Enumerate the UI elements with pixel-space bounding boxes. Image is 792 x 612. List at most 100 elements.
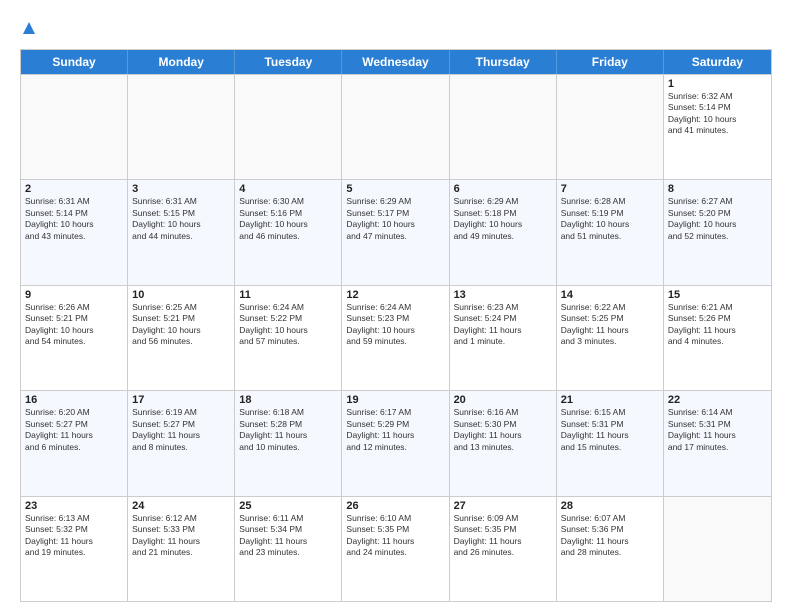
cal-cell-4-6 <box>664 497 771 601</box>
day-info: Sunrise: 6:29 AM Sunset: 5:17 PM Dayligh… <box>346 196 444 242</box>
day-number: 19 <box>346 394 444 406</box>
header-day-tuesday: Tuesday <box>235 50 342 74</box>
day-number: 12 <box>346 289 444 301</box>
cal-cell-2-1: 10Sunrise: 6:25 AM Sunset: 5:21 PM Dayli… <box>128 286 235 390</box>
calendar-row-4: 23Sunrise: 6:13 AM Sunset: 5:32 PM Dayli… <box>21 496 771 601</box>
cal-cell-4-3: 26Sunrise: 6:10 AM Sunset: 5:35 PM Dayli… <box>342 497 449 601</box>
day-number: 6 <box>454 183 552 195</box>
cal-cell-2-3: 12Sunrise: 6:24 AM Sunset: 5:23 PM Dayli… <box>342 286 449 390</box>
day-number: 20 <box>454 394 552 406</box>
day-number: 22 <box>668 394 767 406</box>
day-number: 23 <box>25 500 123 512</box>
day-info: Sunrise: 6:20 AM Sunset: 5:27 PM Dayligh… <box>25 407 123 453</box>
day-number: 13 <box>454 289 552 301</box>
day-number: 3 <box>132 183 230 195</box>
cal-cell-4-5: 28Sunrise: 6:07 AM Sunset: 5:36 PM Dayli… <box>557 497 664 601</box>
cal-cell-1-2: 4Sunrise: 6:30 AM Sunset: 5:16 PM Daylig… <box>235 180 342 284</box>
day-info: Sunrise: 6:25 AM Sunset: 5:21 PM Dayligh… <box>132 302 230 348</box>
day-number: 17 <box>132 394 230 406</box>
cal-cell-0-5 <box>557 75 664 179</box>
cal-cell-3-6: 22Sunrise: 6:14 AM Sunset: 5:31 PM Dayli… <box>664 391 771 495</box>
day-number: 8 <box>668 183 767 195</box>
day-info: Sunrise: 6:23 AM Sunset: 5:24 PM Dayligh… <box>454 302 552 348</box>
day-number: 25 <box>239 500 337 512</box>
cal-cell-1-4: 6Sunrise: 6:29 AM Sunset: 5:18 PM Daylig… <box>450 180 557 284</box>
header-day-wednesday: Wednesday <box>342 50 449 74</box>
cal-cell-3-4: 20Sunrise: 6:16 AM Sunset: 5:30 PM Dayli… <box>450 391 557 495</box>
calendar-row-2: 9Sunrise: 6:26 AM Sunset: 5:21 PM Daylig… <box>21 285 771 390</box>
cal-cell-1-6: 8Sunrise: 6:27 AM Sunset: 5:20 PM Daylig… <box>664 180 771 284</box>
day-info: Sunrise: 6:26 AM Sunset: 5:21 PM Dayligh… <box>25 302 123 348</box>
day-info: Sunrise: 6:09 AM Sunset: 5:35 PM Dayligh… <box>454 513 552 559</box>
cal-cell-0-4 <box>450 75 557 179</box>
day-number: 27 <box>454 500 552 512</box>
logo-icon <box>21 20 37 36</box>
day-number: 15 <box>668 289 767 301</box>
cal-cell-1-0: 2Sunrise: 6:31 AM Sunset: 5:14 PM Daylig… <box>21 180 128 284</box>
day-number: 28 <box>561 500 659 512</box>
day-info: Sunrise: 6:16 AM Sunset: 5:30 PM Dayligh… <box>454 407 552 453</box>
day-info: Sunrise: 6:30 AM Sunset: 5:16 PM Dayligh… <box>239 196 337 242</box>
cal-cell-0-1 <box>128 75 235 179</box>
day-number: 14 <box>561 289 659 301</box>
header-day-thursday: Thursday <box>450 50 557 74</box>
day-number: 26 <box>346 500 444 512</box>
day-number: 9 <box>25 289 123 301</box>
day-info: Sunrise: 6:24 AM Sunset: 5:22 PM Dayligh… <box>239 302 337 348</box>
day-info: Sunrise: 6:11 AM Sunset: 5:34 PM Dayligh… <box>239 513 337 559</box>
day-info: Sunrise: 6:21 AM Sunset: 5:26 PM Dayligh… <box>668 302 767 348</box>
day-number: 1 <box>668 78 767 90</box>
day-info: Sunrise: 6:10 AM Sunset: 5:35 PM Dayligh… <box>346 513 444 559</box>
day-number: 7 <box>561 183 659 195</box>
calendar-header: SundayMondayTuesdayWednesdayThursdayFrid… <box>21 50 771 74</box>
cal-cell-2-4: 13Sunrise: 6:23 AM Sunset: 5:24 PM Dayli… <box>450 286 557 390</box>
day-number: 21 <box>561 394 659 406</box>
day-info: Sunrise: 6:28 AM Sunset: 5:19 PM Dayligh… <box>561 196 659 242</box>
day-info: Sunrise: 6:07 AM Sunset: 5:36 PM Dayligh… <box>561 513 659 559</box>
cal-cell-0-0 <box>21 75 128 179</box>
day-info: Sunrise: 6:27 AM Sunset: 5:20 PM Dayligh… <box>668 196 767 242</box>
header-day-monday: Monday <box>128 50 235 74</box>
day-number: 11 <box>239 289 337 301</box>
day-number: 4 <box>239 183 337 195</box>
cal-cell-3-0: 16Sunrise: 6:20 AM Sunset: 5:27 PM Dayli… <box>21 391 128 495</box>
cal-cell-0-6: 1Sunrise: 6:32 AM Sunset: 5:14 PM Daylig… <box>664 75 771 179</box>
cal-cell-0-2 <box>235 75 342 179</box>
day-info: Sunrise: 6:19 AM Sunset: 5:27 PM Dayligh… <box>132 407 230 453</box>
day-info: Sunrise: 6:29 AM Sunset: 5:18 PM Dayligh… <box>454 196 552 242</box>
cal-cell-3-3: 19Sunrise: 6:17 AM Sunset: 5:29 PM Dayli… <box>342 391 449 495</box>
day-info: Sunrise: 6:14 AM Sunset: 5:31 PM Dayligh… <box>668 407 767 453</box>
calendar: SundayMondayTuesdayWednesdayThursdayFrid… <box>20 49 772 602</box>
day-info: Sunrise: 6:17 AM Sunset: 5:29 PM Dayligh… <box>346 407 444 453</box>
day-info: Sunrise: 6:31 AM Sunset: 5:15 PM Dayligh… <box>132 196 230 242</box>
cal-cell-1-5: 7Sunrise: 6:28 AM Sunset: 5:19 PM Daylig… <box>557 180 664 284</box>
day-info: Sunrise: 6:32 AM Sunset: 5:14 PM Dayligh… <box>668 91 767 137</box>
header-day-saturday: Saturday <box>664 50 771 74</box>
day-info: Sunrise: 6:18 AM Sunset: 5:28 PM Dayligh… <box>239 407 337 453</box>
day-number: 5 <box>346 183 444 195</box>
header <box>20 16 772 41</box>
cal-cell-4-4: 27Sunrise: 6:09 AM Sunset: 5:35 PM Dayli… <box>450 497 557 601</box>
calendar-row-0: 1Sunrise: 6:32 AM Sunset: 5:14 PM Daylig… <box>21 74 771 179</box>
day-info: Sunrise: 6:24 AM Sunset: 5:23 PM Dayligh… <box>346 302 444 348</box>
header-day-sunday: Sunday <box>21 50 128 74</box>
cal-cell-3-5: 21Sunrise: 6:15 AM Sunset: 5:31 PM Dayli… <box>557 391 664 495</box>
day-info: Sunrise: 6:31 AM Sunset: 5:14 PM Dayligh… <box>25 196 123 242</box>
logo <box>20 20 37 41</box>
cal-cell-3-1: 17Sunrise: 6:19 AM Sunset: 5:27 PM Dayli… <box>128 391 235 495</box>
cal-cell-2-0: 9Sunrise: 6:26 AM Sunset: 5:21 PM Daylig… <box>21 286 128 390</box>
cal-cell-4-0: 23Sunrise: 6:13 AM Sunset: 5:32 PM Dayli… <box>21 497 128 601</box>
day-number: 10 <box>132 289 230 301</box>
calendar-row-1: 2Sunrise: 6:31 AM Sunset: 5:14 PM Daylig… <box>21 179 771 284</box>
cal-cell-2-2: 11Sunrise: 6:24 AM Sunset: 5:22 PM Dayli… <box>235 286 342 390</box>
cal-cell-4-1: 24Sunrise: 6:12 AM Sunset: 5:33 PM Dayli… <box>128 497 235 601</box>
day-info: Sunrise: 6:13 AM Sunset: 5:32 PM Dayligh… <box>25 513 123 559</box>
cal-cell-1-1: 3Sunrise: 6:31 AM Sunset: 5:15 PM Daylig… <box>128 180 235 284</box>
day-number: 16 <box>25 394 123 406</box>
page: SundayMondayTuesdayWednesdayThursdayFrid… <box>0 0 792 612</box>
cal-cell-2-6: 15Sunrise: 6:21 AM Sunset: 5:26 PM Dayli… <box>664 286 771 390</box>
cal-cell-1-3: 5Sunrise: 6:29 AM Sunset: 5:17 PM Daylig… <box>342 180 449 284</box>
day-number: 2 <box>25 183 123 195</box>
cal-cell-2-5: 14Sunrise: 6:22 AM Sunset: 5:25 PM Dayli… <box>557 286 664 390</box>
day-number: 18 <box>239 394 337 406</box>
